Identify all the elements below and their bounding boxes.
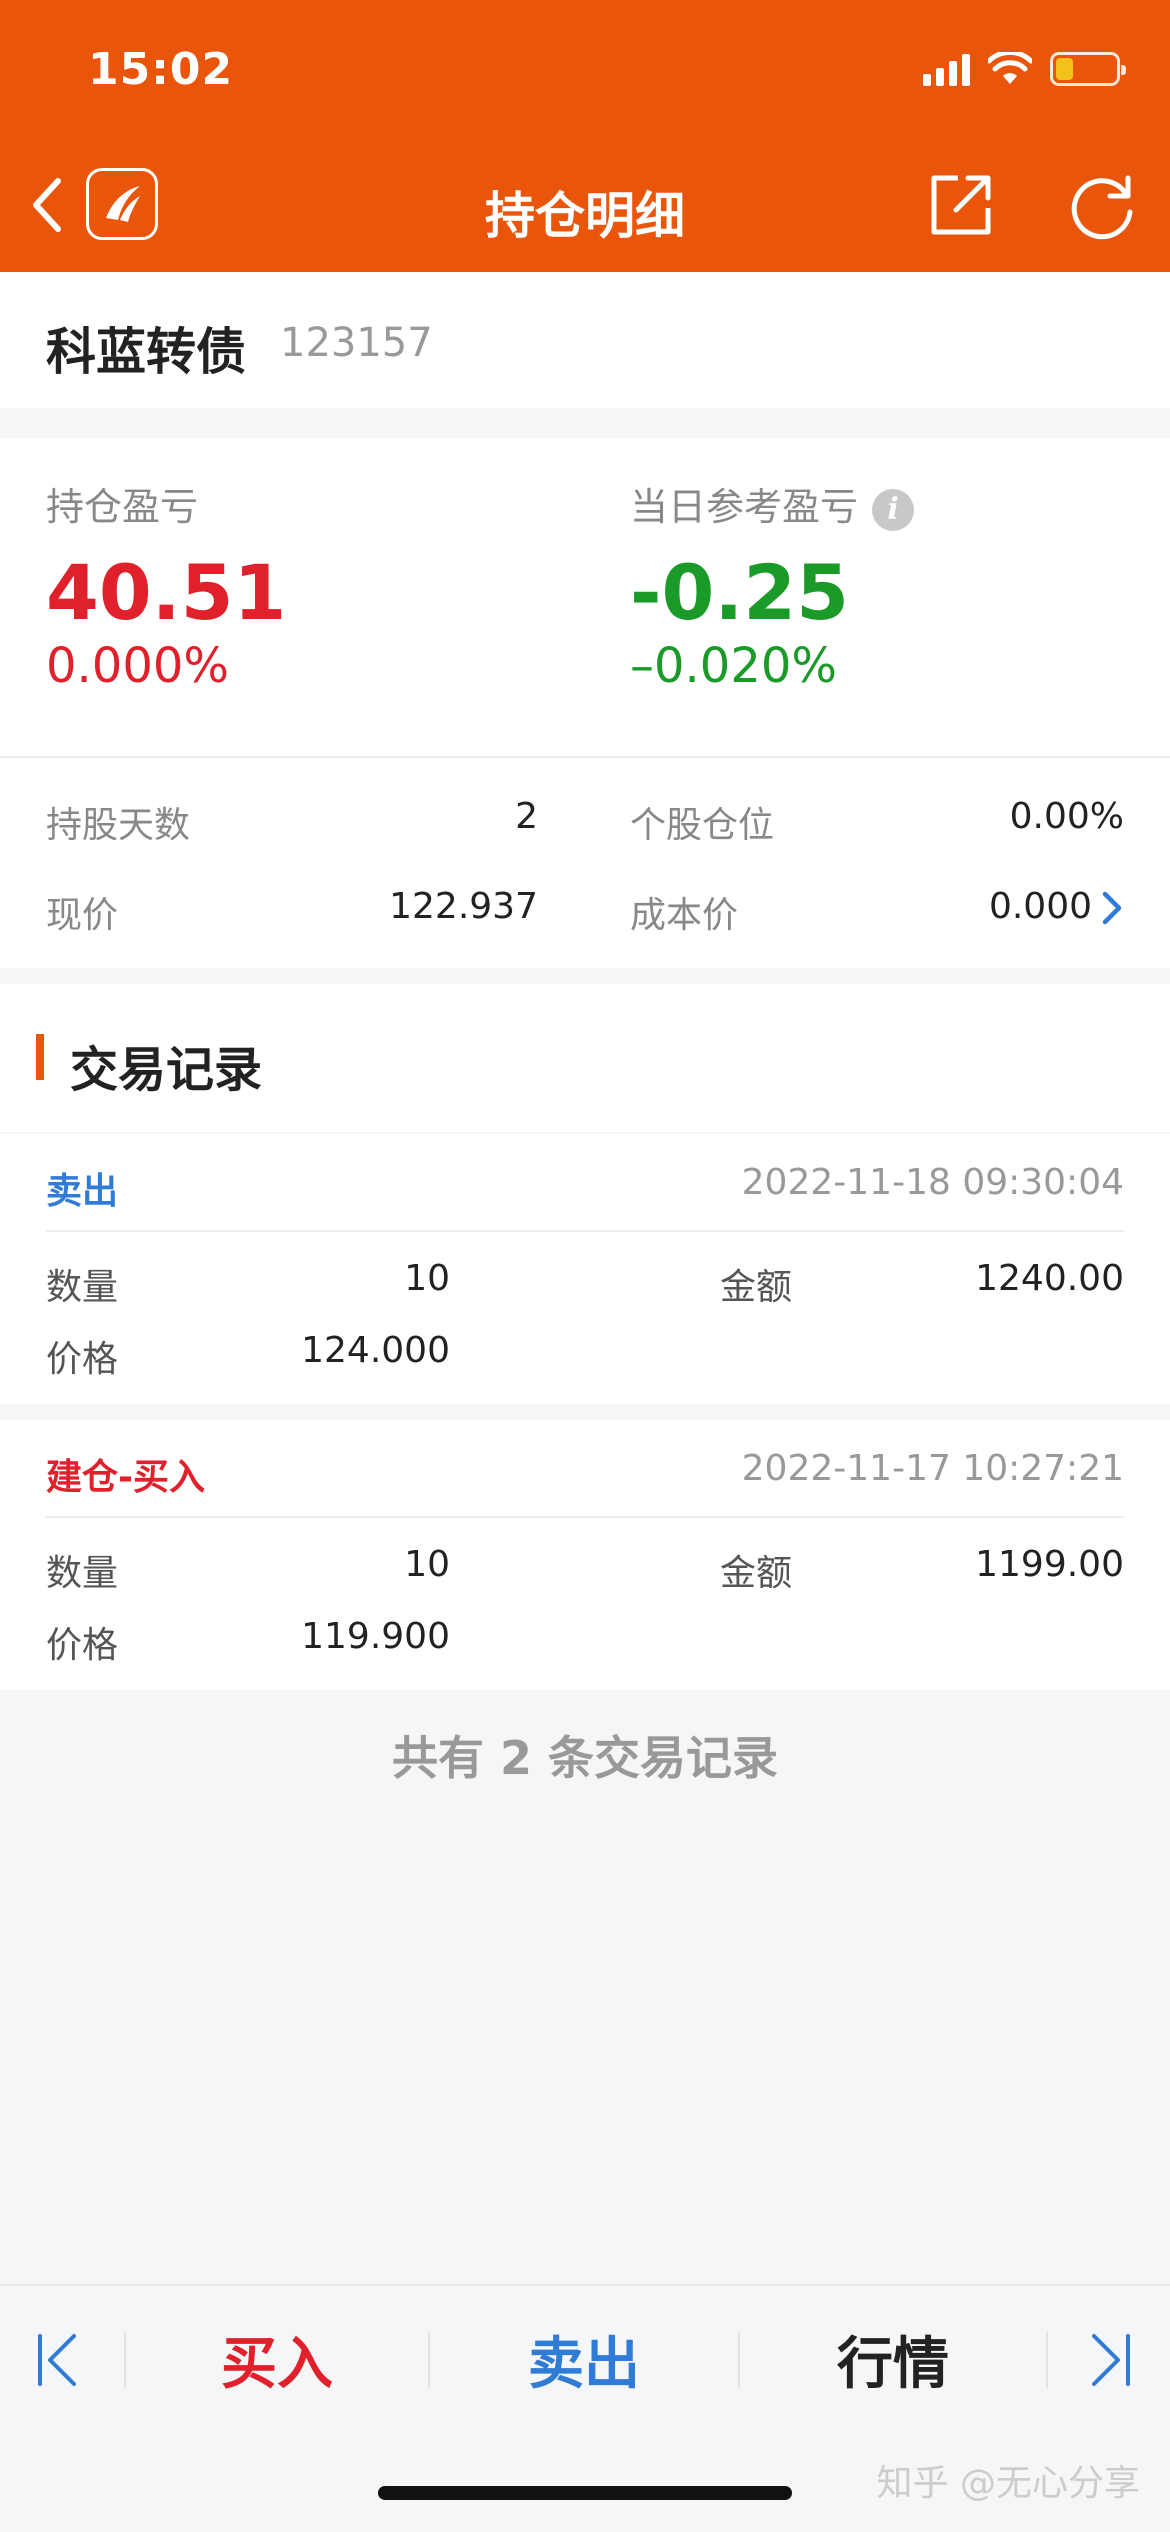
holding-days-value: 2 xyxy=(515,796,538,837)
cost-price-value[interactable]: 0.000 xyxy=(989,886,1092,927)
records-count: 共有 2 条交易记录 xyxy=(391,1731,779,1785)
info-icon[interactable]: i xyxy=(872,488,915,531)
stock-title-bar: 科蓝转债 123157 xyxy=(0,272,1170,408)
daily-pnl-label-wrap: 当日参考盈亏 i xyxy=(630,476,915,531)
records-header: 交易记录 xyxy=(0,984,1170,1132)
status-icons xyxy=(923,52,1126,86)
daily-pnl-pct: –0.020% xyxy=(630,638,838,694)
position-weight-value: 0.00% xyxy=(1009,796,1124,837)
record-amount-value: 1240.00 xyxy=(975,1258,1124,1299)
record-type: 卖出 xyxy=(46,1171,119,1212)
signal-icon xyxy=(923,52,970,86)
record-qty-label: 数量 xyxy=(46,1267,119,1308)
divider xyxy=(0,756,1170,758)
battery-icon xyxy=(1050,52,1126,86)
status-time: 15:02 xyxy=(88,44,234,95)
chevron-right-icon[interactable] xyxy=(1100,890,1124,926)
bottom-toolbar: 买入 卖出 行情 xyxy=(0,2284,1170,2430)
record-price-label: 价格 xyxy=(46,1339,119,1380)
divider xyxy=(46,1230,1124,1232)
position-weight-label: 个股仓位 xyxy=(630,805,775,846)
watermark: 知乎 @无心分享 xyxy=(876,2463,1140,2504)
daily-pnl-label: 当日参考盈亏 xyxy=(630,485,859,529)
holding-days-label: 持股天数 xyxy=(46,805,191,846)
buy-button[interactable]: 买入 xyxy=(126,2286,428,2432)
record-qty-label: 数量 xyxy=(46,1553,119,1594)
position-pnl-pct: 0.000% xyxy=(46,638,230,694)
cost-price-label: 成本价 xyxy=(630,895,739,936)
record-type: 建仓-买入 xyxy=(46,1457,205,1498)
position-pnl-label: 持仓盈亏 xyxy=(46,485,199,529)
record-price-value: 119.900 xyxy=(301,1616,450,1657)
stock-name: 科蓝转债 xyxy=(46,323,246,381)
record-qty-value: 10 xyxy=(404,1258,450,1299)
records-title: 交易记录 xyxy=(70,1042,263,1098)
record-time: 2022-11-17 10:27:21 xyxy=(741,1448,1124,1489)
record-time: 2022-11-18 09:30:04 xyxy=(741,1162,1124,1203)
toolbar-separator xyxy=(1046,2332,1048,2388)
wifi-icon xyxy=(988,52,1032,84)
record-amount-label: 金额 xyxy=(720,1553,793,1594)
page-title: 持仓明细 xyxy=(485,187,685,245)
daily-pnl-value: -0.25 xyxy=(630,548,850,637)
position-pnl-value: 40.51 xyxy=(46,548,287,637)
pnl-card: 持仓盈亏 40.51 0.000% 当日参考盈亏 i -0.25 –0.020% … xyxy=(0,438,1170,968)
record-price-value: 124.000 xyxy=(301,1330,450,1371)
divider xyxy=(46,1516,1124,1518)
refresh-icon[interactable] xyxy=(1068,172,1138,242)
record-qty-value: 10 xyxy=(404,1544,450,1585)
section-accent-bar xyxy=(36,1034,44,1080)
current-price-value: 122.937 xyxy=(389,886,538,927)
top-header: 15:02 持仓明细 xyxy=(0,0,1170,272)
record-price-label: 价格 xyxy=(46,1625,119,1666)
stock-code: 123157 xyxy=(280,320,433,366)
current-price-label: 现价 xyxy=(46,895,119,936)
home-indicator[interactable] xyxy=(378,2486,792,2500)
quote-button[interactable]: 行情 xyxy=(740,2286,1046,2432)
share-icon[interactable] xyxy=(928,172,994,238)
last-page-icon[interactable] xyxy=(1086,2330,1134,2390)
record-amount-label: 金额 xyxy=(720,1267,793,1308)
sell-button[interactable]: 卖出 xyxy=(430,2286,738,2432)
trade-record[interactable]: 卖出 2022-11-18 09:30:04 数量 10 金额 1240.00 … xyxy=(0,1134,1170,1404)
first-page-icon[interactable] xyxy=(34,2330,82,2390)
record-amount-value: 1199.00 xyxy=(975,1544,1124,1585)
trade-record[interactable]: 建仓-买入 2022-11-17 10:27:21 数量 10 金额 1199.… xyxy=(0,1420,1170,1690)
